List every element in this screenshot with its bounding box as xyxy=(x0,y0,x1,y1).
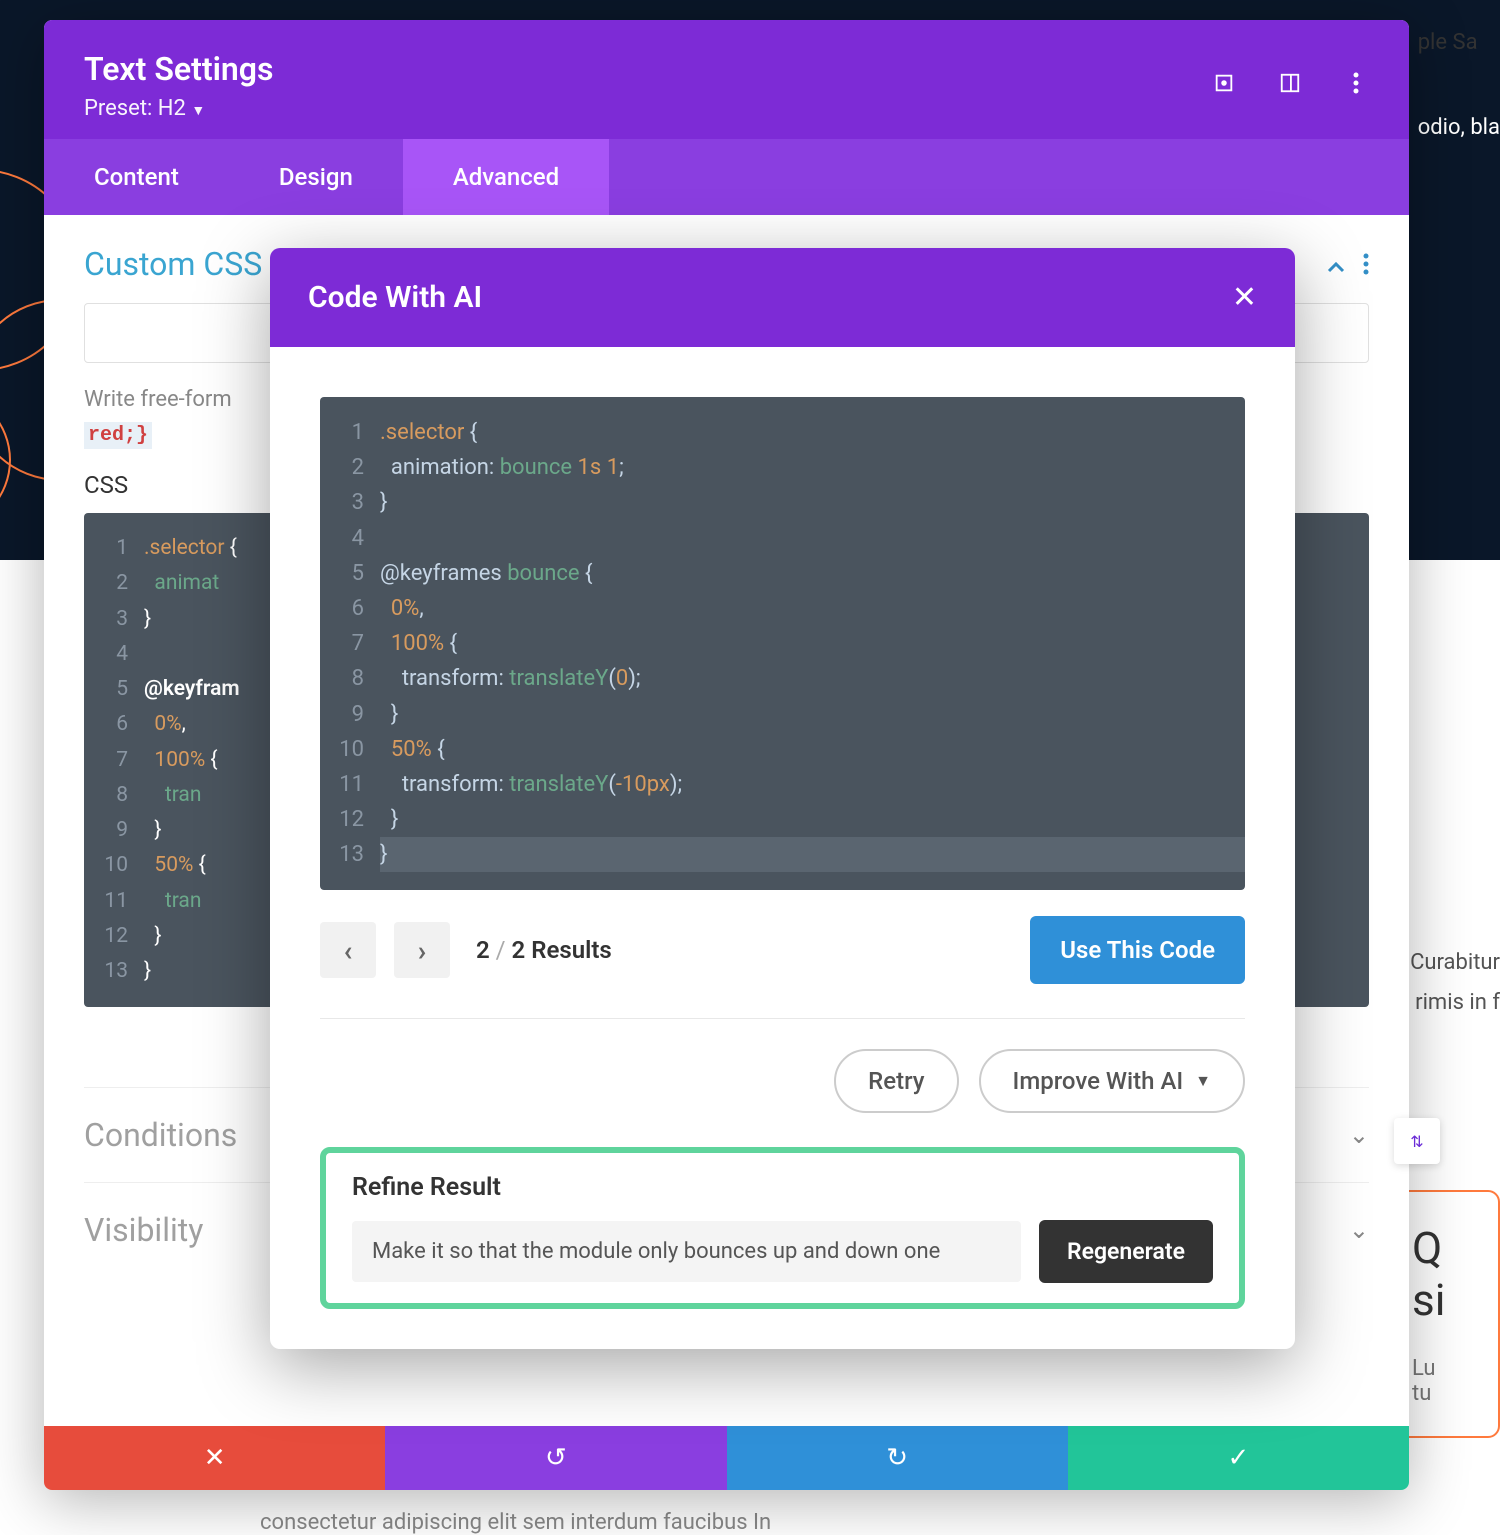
confirm-button[interactable]: ✓ xyxy=(1068,1426,1409,1490)
panel-title: Text Settings xyxy=(84,50,1369,88)
next-result-button[interactable]: › xyxy=(394,922,450,978)
refine-title: Refine Result xyxy=(352,1173,1213,1202)
tabs: Content Design Advanced xyxy=(44,139,1409,215)
collapse-icon[interactable] xyxy=(1327,255,1345,280)
prev-result-button[interactable]: ‹ xyxy=(320,922,376,978)
undo-button[interactable]: ↺ xyxy=(385,1426,726,1490)
chevron-down-icon: ⌄ xyxy=(1349,1216,1369,1244)
refine-input[interactable] xyxy=(352,1221,1021,1282)
preset-selector[interactable]: Preset: H2 ▼ xyxy=(84,96,1369,121)
lorem-text: consectetur adipiscing elit sem interdum… xyxy=(260,1510,771,1535)
code-snippet-inline: red;} xyxy=(84,422,152,449)
expand-icon[interactable] xyxy=(1211,70,1237,96)
tab-design[interactable]: Design xyxy=(229,139,403,215)
regenerate-button[interactable]: Regenerate xyxy=(1039,1220,1213,1283)
retry-button[interactable]: Retry xyxy=(834,1049,958,1113)
refine-result-box: Refine Result Regenerate xyxy=(320,1147,1245,1309)
tab-content[interactable]: Content xyxy=(44,139,229,215)
bottom-action-bar: ✕ ↺ ↻ ✓ xyxy=(44,1426,1409,1490)
divider xyxy=(320,1018,1245,1019)
code-with-ai-modal: Code With AI ✕ 1.selector {2 animation: … xyxy=(270,248,1295,1349)
tab-advanced[interactable]: Advanced xyxy=(403,139,609,215)
swap-icon[interactable]: ⇅ xyxy=(1394,1118,1440,1164)
improve-with-ai-button[interactable]: Improve With AI▼ xyxy=(979,1049,1245,1113)
chevron-down-icon: ▼ xyxy=(1195,1071,1211,1091)
ai-code-preview[interactable]: 1.selector {2 animation: bounce 1s 1;3}4… xyxy=(320,397,1245,890)
background-text: ple Sa odio, bla xyxy=(1418,30,1500,140)
results-counter: 2 / 2 Results xyxy=(476,936,612,964)
close-button[interactable]: ✕ xyxy=(44,1426,385,1490)
result-navigation: ‹ › 2 / 2 Results Use This Code xyxy=(320,916,1245,984)
chevron-down-icon: ⌄ xyxy=(1349,1121,1369,1149)
use-this-code-button[interactable]: Use This Code xyxy=(1030,916,1245,984)
redo-button[interactable]: ↻ xyxy=(727,1426,1068,1490)
more-icon[interactable] xyxy=(1343,70,1369,96)
ai-modal-header: Code With AI ✕ xyxy=(270,248,1295,347)
close-icon[interactable]: ✕ xyxy=(1232,280,1257,315)
ai-modal-title: Code With AI xyxy=(308,280,482,315)
section-more-icon[interactable] xyxy=(1363,253,1369,281)
panel-header: Text Settings Preset: H2 ▼ xyxy=(44,20,1409,139)
layout-icon[interactable] xyxy=(1277,70,1303,96)
